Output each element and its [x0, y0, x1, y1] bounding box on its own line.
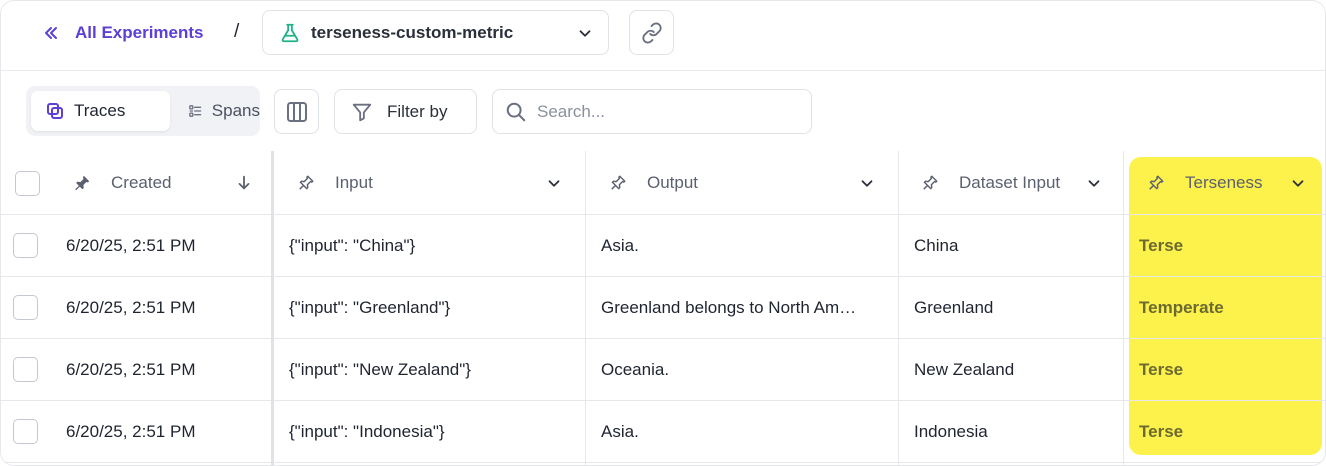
- experiment-traces-view: All Experiments / terseness-custom-metri…: [0, 0, 1326, 466]
- tab-spans-label: Spans: [211, 101, 260, 120]
- dataset-input-cell: Indonesia: [914, 421, 988, 441]
- column-header-terseness[interactable]: Terseness: [1147, 151, 1307, 215]
- table-header: Created Input Output Dataset Input Terse: [1, 151, 1325, 215]
- chevron-down-icon[interactable]: [1085, 174, 1103, 192]
- column-header-dataset-input[interactable]: Dataset Input: [921, 151, 1103, 215]
- search-box: [492, 89, 812, 134]
- created-cell: 6/20/25, 2:51 PM: [66, 359, 196, 379]
- filter-label: Filter by: [387, 101, 448, 121]
- output-cell: Asia.: [601, 421, 639, 441]
- dataset-input-cell: China: [914, 235, 959, 255]
- view-toggle: Traces Spans: [26, 86, 260, 136]
- created-cell: 6/20/25, 2:51 PM: [66, 421, 196, 441]
- tab-traces[interactable]: Traces: [31, 91, 170, 131]
- row-select-cell: [13, 339, 38, 400]
- column-label-input: Input: [335, 173, 373, 192]
- back-link-label: All Experiments: [75, 23, 204, 42]
- output-cell: Asia.: [601, 235, 639, 255]
- input-cell: {"input": "Greenland"}: [289, 297, 451, 317]
- terseness-cell: Terse: [1139, 235, 1184, 255]
- table-row[interactable]: 6/20/25, 2:51 PM {"input": "China"} Asia…: [1, 215, 1325, 277]
- columns-button[interactable]: [274, 89, 319, 134]
- header: All Experiments / terseness-custom-metri…: [1, 1, 1325, 71]
- filter-icon: [352, 103, 372, 121]
- row-select-cell: [13, 215, 38, 276]
- row-checkbox[interactable]: [13, 233, 38, 258]
- column-header-output[interactable]: Output: [609, 151, 876, 215]
- terseness-cell: Temperate: [1139, 297, 1224, 317]
- experiment-name: terseness-custom-metric: [311, 22, 514, 42]
- output-cell: Greenland belongs to North Am…: [601, 297, 857, 317]
- pin-outline-icon: [923, 175, 938, 190]
- chevron-down-icon[interactable]: [858, 174, 876, 192]
- table-row[interactable]: 6/20/25, 2:51 PM {"input": "Greenland"} …: [1, 277, 1325, 339]
- row-checkbox[interactable]: [13, 295, 38, 320]
- pin-icon: [75, 175, 90, 191]
- select-all-checkbox[interactable]: [15, 170, 40, 196]
- input-cell: {"input": "Indonesia"}: [289, 421, 445, 441]
- flask-icon: [281, 23, 299, 42]
- column-divider[interactable]: [898, 151, 899, 465]
- experiment-select[interactable]: terseness-custom-metric: [262, 10, 609, 55]
- dataset-input-cell: New Zealand: [914, 359, 1015, 379]
- dataset-input-cell: Greenland: [914, 297, 994, 317]
- spans-list-icon: [189, 105, 202, 117]
- column-header-input[interactable]: Input: [297, 151, 563, 215]
- column-label-created: Created: [111, 173, 172, 192]
- sort-descending-icon[interactable]: [235, 174, 253, 192]
- columns-icon: [286, 101, 307, 122]
- link-icon: [641, 21, 662, 44]
- column-divider-pinned[interactable]: [271, 151, 274, 465]
- filter-button[interactable]: Filter by: [334, 89, 477, 134]
- row-checkbox[interactable]: [13, 419, 38, 444]
- column-divider[interactable]: [585, 151, 586, 465]
- row-checkbox[interactable]: [13, 357, 38, 382]
- all-experiments-link[interactable]: All Experiments: [41, 21, 204, 45]
- double-chevron-left-icon: [45, 27, 57, 39]
- pin-outline-icon: [1149, 175, 1164, 190]
- traces-icon: [47, 103, 63, 119]
- copy-link-button[interactable]: [629, 10, 674, 55]
- row-select-cell: [13, 277, 38, 338]
- terseness-cell: Terse: [1139, 359, 1184, 379]
- search-icon: [506, 102, 526, 121]
- chevron-down-icon[interactable]: [1289, 174, 1307, 192]
- created-cell: 6/20/25, 2:51 PM: [66, 235, 196, 255]
- table-row[interactable]: 6/20/25, 2:51 PM {"input": "Indonesia"} …: [1, 401, 1325, 463]
- search-input[interactable]: [537, 101, 787, 122]
- select-all-cell: [15, 151, 40, 215]
- pin-outline-icon: [299, 175, 314, 190]
- pin-outline-icon: [611, 175, 626, 190]
- input-cell: {"input": "China"}: [289, 235, 416, 255]
- terseness-cell: Terse: [1139, 421, 1184, 441]
- column-divider[interactable]: [1123, 151, 1124, 465]
- tab-spans[interactable]: Spans: [174, 91, 274, 131]
- row-select-cell: [13, 401, 38, 462]
- column-header-created[interactable]: Created: [73, 151, 253, 215]
- breadcrumb-separator: /: [234, 21, 240, 42]
- input-cell: {"input": "New Zealand"}: [289, 359, 471, 379]
- created-cell: 6/20/25, 2:51 PM: [66, 297, 196, 317]
- chevron-down-icon[interactable]: [545, 174, 563, 192]
- tab-traces-label: Traces: [74, 101, 126, 120]
- chevron-down-icon: [579, 29, 591, 37]
- column-label-dataset-input: Dataset Input: [959, 173, 1061, 192]
- output-cell: Oceania.: [601, 359, 670, 379]
- column-label-output: Output: [647, 173, 699, 192]
- column-label-terseness: Terseness: [1185, 173, 1263, 192]
- table-row[interactable]: 6/20/25, 2:51 PM {"input": "New Zealand"…: [1, 339, 1325, 401]
